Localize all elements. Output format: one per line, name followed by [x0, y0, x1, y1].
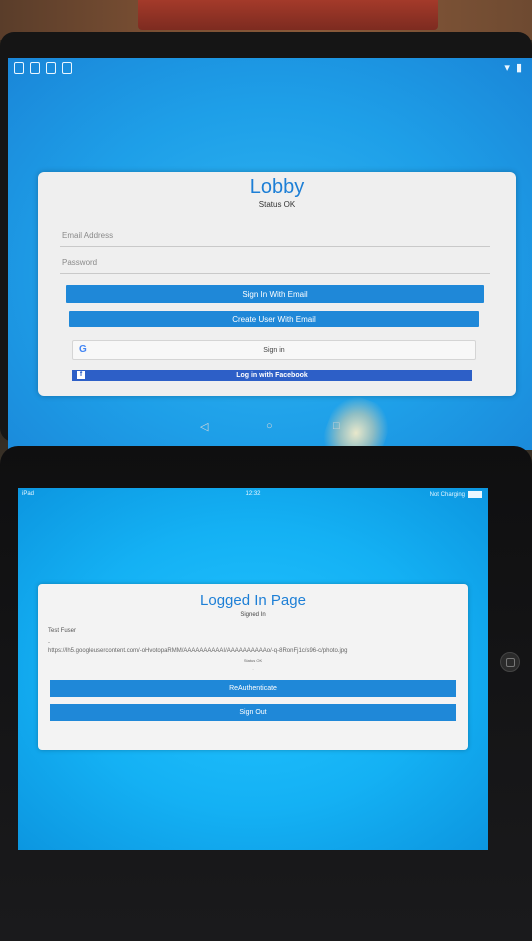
lobby-card: Lobby Status OK Sign In With Email Creat…: [38, 172, 516, 396]
photo-url: https://lh5.googleusercontent.com/-oHvot…: [48, 648, 348, 654]
password-input[interactable]: [60, 251, 494, 273]
lock-icon: [62, 62, 72, 74]
facebook-login-label: Log in with Facebook: [236, 372, 308, 379]
signed-in-status: Signed In: [240, 612, 266, 618]
ipad-home-button[interactable]: [500, 652, 520, 672]
sign-out-button[interactable]: Sign Out: [50, 704, 456, 721]
separator-dash: -: [48, 640, 50, 646]
clock: 12:32: [245, 491, 261, 497]
email-input[interactable]: [60, 224, 494, 246]
sign-in-email-button[interactable]: Sign In With Email: [66, 285, 484, 303]
image-icon: [30, 62, 40, 74]
google-sign-in-button[interactable]: G Sign in: [72, 340, 476, 360]
page-title: Lobby: [249, 176, 305, 198]
page-title: Logged In Page: [200, 592, 306, 609]
android-tablet: ▾ ▮ Lobby Status OK Sign In With Email C…: [0, 32, 532, 477]
back-nav-icon[interactable]: ◁: [200, 420, 208, 433]
android-nav-bar: ◁ ○ □: [0, 416, 524, 440]
logged-in-card: Logged In Page Signed In Test Fuser - ht…: [38, 584, 468, 750]
notification-icon: [14, 62, 24, 74]
charging-status: Not Charging: [429, 491, 465, 498]
wifi-icon: ▾: [504, 62, 510, 74]
android-status-bar: ▾ ▮: [8, 58, 532, 78]
status-text: Status OK: [258, 200, 296, 209]
status-dash: -: [252, 666, 254, 671]
background-red-object: [138, 0, 438, 30]
battery-icon: [468, 491, 482, 498]
recents-nav-icon[interactable]: □: [333, 420, 340, 432]
status-text: Status OK: [243, 658, 263, 663]
battery-icon: ▮: [515, 62, 522, 74]
android-screen: ▾ ▮ Lobby Status OK Sign In With Email C…: [8, 58, 532, 477]
facebook-icon: f: [77, 371, 85, 379]
google-sign-in-label: Sign in: [263, 346, 285, 354]
create-user-email-button[interactable]: Create User With Email: [69, 311, 479, 327]
google-icon: G: [79, 344, 87, 355]
home-nav-icon[interactable]: ○: [266, 420, 273, 432]
calendar-icon: [46, 62, 56, 74]
password-field[interactable]: [60, 251, 494, 274]
ipad-tablet: iPad 12:32 Not Charging Logged In Page S…: [0, 446, 532, 941]
reauthenticate-button[interactable]: ReAuthenticate: [50, 680, 456, 697]
ipad-screen: iPad 12:32 Not Charging Logged In Page S…: [18, 488, 488, 850]
facebook-login-button[interactable]: f Log in with Facebook: [72, 370, 472, 381]
email-field[interactable]: [60, 224, 494, 247]
user-name: Test Fuser: [48, 628, 77, 634]
ipad-status-bar: iPad 12:32 Not Charging: [18, 488, 488, 500]
